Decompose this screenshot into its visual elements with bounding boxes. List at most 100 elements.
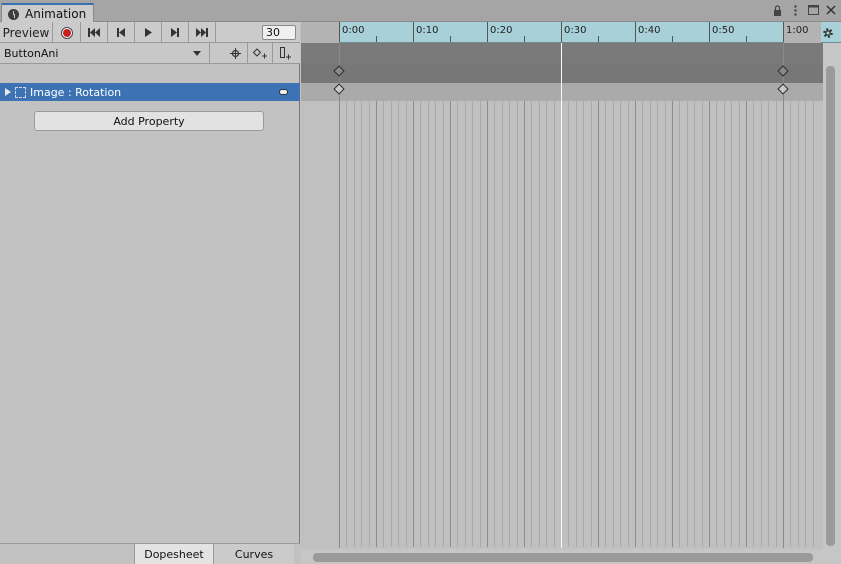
ruler-tick: [783, 22, 784, 42]
first-keyframe-button[interactable]: [81, 22, 108, 43]
ruler-tick: [524, 36, 525, 42]
grid-line: [605, 101, 606, 547]
ruler-tick: [598, 36, 599, 42]
grid-line: [739, 101, 740, 547]
summary-track: [301, 43, 823, 63]
gear-icon[interactable]: [820, 25, 836, 41]
clip-dropdown[interactable]: ButtonAni: [0, 43, 210, 64]
add-property-button[interactable]: Add Property: [34, 111, 264, 131]
grid-line: [568, 101, 569, 547]
add-keyframe-button[interactable]: [248, 43, 273, 64]
ruler-tick: [413, 22, 414, 42]
step-back-icon: [117, 28, 125, 37]
ruler-pre-range: [301, 22, 340, 43]
ruler-tick-label: 0:40: [638, 25, 661, 36]
grid-line: [472, 101, 473, 547]
clip-toolbar: ButtonAni: [0, 43, 300, 64]
ruler-tick-label: 0:10: [416, 25, 439, 36]
view-mode-tabs: Dopesheet Curves: [0, 543, 300, 564]
record-button[interactable]: [53, 22, 81, 43]
grid-line: [724, 101, 725, 547]
menu-icon[interactable]: [789, 3, 801, 17]
ruler-tick-label: 0:30: [564, 25, 587, 36]
hierarchy-panel: Preview ButtonAni: [0, 22, 300, 564]
remove-property-button[interactable]: [279, 89, 288, 95]
ruler-tick: [561, 22, 562, 42]
grid-line: [480, 101, 481, 547]
ruler-tick: [339, 22, 340, 42]
grid-line: [487, 101, 488, 547]
play-button[interactable]: [135, 22, 162, 43]
grid-line: [502, 101, 503, 547]
preview-button[interactable]: Preview: [0, 22, 53, 43]
clip-name: ButtonAni: [4, 47, 59, 60]
ruler-tick: [450, 36, 451, 42]
skip-to-start-icon: [88, 28, 100, 37]
play-icon: [144, 28, 152, 37]
next-keyframe-button[interactable]: [162, 22, 189, 43]
grid-line: [428, 101, 429, 547]
animation-tab[interactable]: Animation: [1, 3, 94, 23]
grid-line: [776, 101, 777, 547]
skip-to-end-icon: [196, 28, 208, 37]
tab-curves[interactable]: Curves: [213, 544, 294, 564]
playhead[interactable]: [561, 43, 562, 548]
previous-keyframe-button[interactable]: [108, 22, 135, 43]
chevron-down-icon: [193, 51, 201, 56]
ruler-tick: [635, 22, 636, 42]
property-row[interactable]: Image : Rotation: [0, 83, 300, 101]
grid-line: [709, 101, 710, 547]
property-label: Image : Rotation: [30, 85, 122, 99]
grid-line: [554, 101, 555, 547]
summary-keyframe-track: [301, 63, 823, 83]
grid-line: [524, 101, 525, 547]
filter-keyframes-button[interactable]: [223, 43, 248, 64]
clock-icon: [8, 8, 19, 20]
grid-line: [716, 101, 717, 547]
time-ruler[interactable]: 0:00 0:10 0:20 0:30 0:40 0:50 1:00: [301, 22, 841, 43]
grid-line: [813, 101, 814, 547]
grid-line: [376, 101, 377, 547]
grid-line: [546, 101, 547, 547]
grid-line: [665, 101, 666, 547]
ruler-tick-label: 1:00: [786, 25, 809, 36]
add-event-button[interactable]: [273, 43, 298, 64]
vertical-scrollbar-thumb[interactable]: [826, 66, 835, 546]
maximize-icon[interactable]: [807, 3, 819, 17]
grid-line: [672, 101, 673, 547]
grid-line: [494, 101, 495, 547]
grid-line: [383, 101, 384, 547]
grid-line: [620, 101, 621, 547]
close-icon[interactable]: [825, 3, 837, 17]
grid-line: [391, 101, 392, 547]
grid-line: [642, 101, 643, 547]
frame-input[interactable]: [262, 25, 296, 40]
expand-arrow-icon[interactable]: [5, 88, 11, 96]
grid-line: [613, 101, 614, 547]
grid-line: [731, 101, 732, 547]
image-component-icon: [15, 86, 26, 98]
tab-label: Animation: [25, 7, 87, 21]
grid-line: [694, 101, 695, 547]
property-track: [301, 83, 823, 101]
grid-line: [576, 101, 577, 547]
grid-line: [657, 101, 658, 547]
lock-icon[interactable]: [771, 3, 783, 17]
grid-line: [598, 101, 599, 547]
ruler-tick-label: 0:20: [490, 25, 513, 36]
grid-line: [539, 101, 540, 547]
grid-line: [753, 101, 754, 547]
tab-dopesheet[interactable]: Dopesheet: [134, 544, 213, 564]
grid-line: [702, 101, 703, 547]
timeline-grid[interactable]: [301, 101, 823, 547]
ruler-tick: [746, 36, 747, 42]
grid-line: [635, 101, 636, 547]
ruler-tick: [487, 22, 488, 42]
ruler-tick-label: 0:00: [342, 25, 365, 36]
grid-line: [443, 101, 444, 547]
crosshair-icon: [229, 48, 241, 59]
grid-line: [798, 101, 799, 547]
record-icon: [60, 26, 73, 39]
last-keyframe-button[interactable]: [189, 22, 216, 43]
horizontal-scrollbar-thumb[interactable]: [313, 553, 813, 562]
